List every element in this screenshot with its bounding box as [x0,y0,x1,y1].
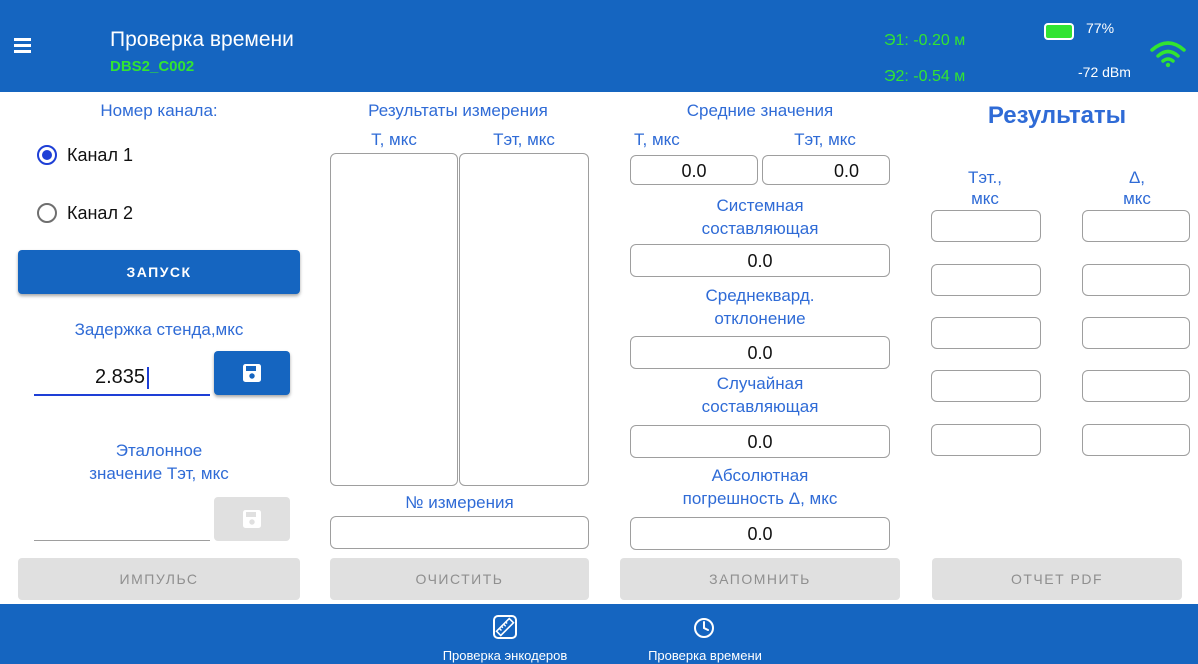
random-label-2: составляющая [701,397,819,416]
results-col-delta-1: Δ, [1128,168,1146,187]
start-button[interactable]: ЗАПУСК [18,250,300,294]
avg-tet-value: 0.0 [833,161,859,181]
result-tet-field-3 [931,317,1041,349]
systematic-field: 0.0 [630,244,890,277]
result-delta-field-3 [1082,317,1190,349]
result-tet-field-2 [931,264,1041,296]
reference-label-2: значение Тэт, мкс [89,464,229,483]
channel-label: Номер канала: [100,101,218,120]
measurement-number-field[interactable] [330,516,589,549]
menu-icon[interactable] [10,30,40,60]
measurements-tet-list[interactable] [459,153,589,486]
results-title: Результаты [987,102,1127,129]
remember-button[interactable]: ЗАПОМНИТЬ [620,558,900,600]
systematic-value: 0.0 [747,251,773,271]
measurements-t-list[interactable] [330,153,458,486]
save-delay-button[interactable] [214,351,290,395]
random-value: 0.0 [747,432,773,452]
results-col-tet-2: мкс [971,189,999,208]
averages-title: Средние значения [686,101,834,120]
abs-error-label-1: Абсолютная [711,466,809,485]
reference-label-1: Эталонное [115,441,203,460]
nav-time-label: Проверка времени [648,648,762,663]
averages-col-tet: Тэт, мкс [794,130,856,149]
nav-encoders-label: Проверка энкодеров [442,648,568,663]
abs-error-label-2: погрешность Δ, мкс [682,489,838,508]
clear-button[interactable]: ОЧИСТИТЬ [330,558,589,600]
result-tet-field-5 [931,424,1041,456]
random-label-1: Случайная [716,374,804,393]
averages-col-t: Т, мкс [634,130,680,149]
pdf-report-button[interactable]: ОТЧЕТ PDF [932,558,1182,600]
avg-t-value: 0.0 [681,161,707,181]
device-name: DBS2_C002 [110,58,195,75]
stddev-label-2: отклонение [714,309,806,328]
result-delta-field-1 [1082,210,1190,242]
page-title: Проверка времени [110,28,294,51]
result-delta-field-5 [1082,424,1190,456]
nav-encoders[interactable]: Проверка энкодеров [420,604,590,664]
abs-error-field: 0.0 [630,517,890,550]
floppy-icon [243,510,261,528]
result-tet-field-1 [931,210,1041,242]
measurements-title: Результаты измерения [368,101,548,120]
measurements-col-tet: Тэт, мкс [493,130,555,149]
wifi-icon [1150,41,1186,68]
floppy-icon [243,364,261,382]
systematic-label-1: Системная [716,196,804,215]
save-reference-button[interactable] [214,497,290,541]
results-col-tet-1: Тэт., [967,168,1003,187]
measurement-number-label: № измерения [405,493,514,512]
channel1-radio[interactable] [37,145,57,165]
results-col-delta-2: мкс [1123,189,1151,208]
channel2-label[interactable]: Канал 2 [67,203,133,224]
reference-input[interactable] [34,512,210,541]
systematic-label-2: составляющая [701,219,819,238]
stddev-value: 0.0 [747,343,773,363]
channel2-radio[interactable] [37,203,57,223]
nav-time[interactable]: Проверка времени [620,604,790,664]
channel1-label[interactable]: Канал 1 [67,145,133,166]
ruler-icon [493,615,517,639]
stddev-label-1: Среднекв​ард. [705,286,815,305]
encoder2-readout: Э2: -0.54 м [884,68,966,85]
stddev-field: 0.0 [630,336,890,369]
stand-delay-label: Задержка стенда,мкс [74,320,244,339]
random-field: 0.0 [630,425,890,458]
stand-delay-input[interactable]: 2.835 [34,364,210,396]
impulse-button[interactable]: ИМПУЛЬС [18,558,300,600]
clock-icon [694,618,714,638]
avg-t-field: 0.0 [630,155,758,185]
battery-percent: 77% [1086,20,1115,36]
bottom-nav [0,604,1198,664]
stand-delay-value: 2.835 [94,366,146,388]
signal-strength: -72 dBm [1078,64,1131,80]
abs-error-value: 0.0 [747,524,773,544]
battery-icon [1044,23,1074,40]
encoder1-readout: Э1: -0.20 м [884,32,966,49]
result-delta-field-4 [1082,370,1190,402]
avg-tet-field: 0.0 [762,155,890,185]
measurements-col-t: Т, мкс [371,130,417,149]
result-delta-field-2 [1082,264,1190,296]
result-tet-field-4 [931,370,1041,402]
